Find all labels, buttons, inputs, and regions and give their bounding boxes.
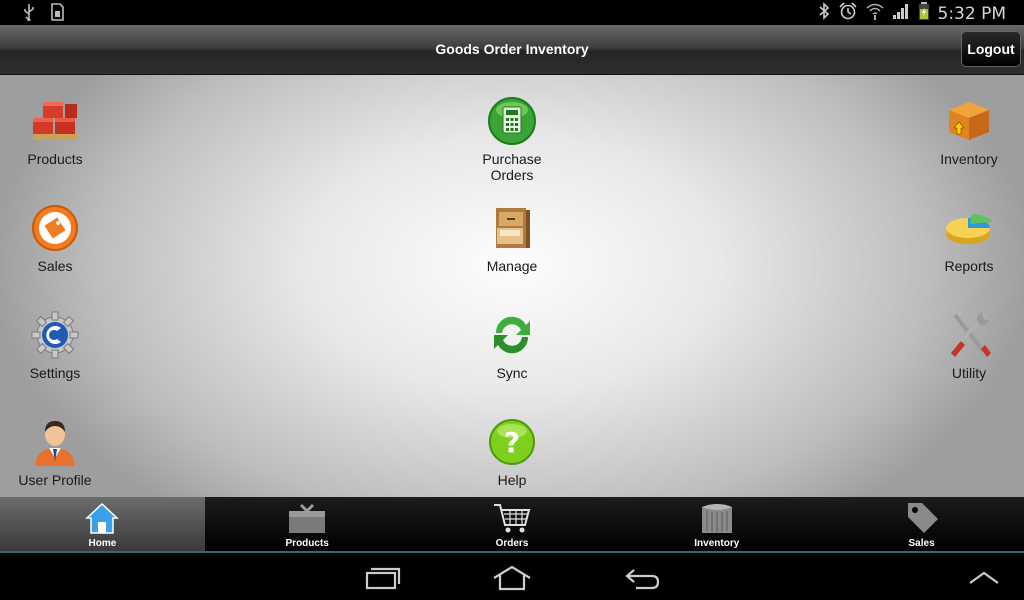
purchase-orders-line1: Purchase [482, 151, 542, 167]
shopping-cart-icon [491, 500, 533, 536]
menu-help[interactable]: ? Help [452, 416, 572, 488]
status-time: 5:32 PM [937, 3, 1007, 24]
usb-icon [22, 3, 36, 26]
tag-icon [901, 500, 943, 536]
price-tag-icon [29, 202, 81, 254]
home-nav-icon [493, 565, 531, 591]
menu-help-label: Help [497, 472, 527, 488]
back-button[interactable] [620, 563, 664, 593]
recent-apps-button[interactable] [361, 563, 405, 593]
menu-sales-label: Sales [37, 258, 73, 274]
gear-icon [29, 309, 81, 361]
status-bar: 5:32 PM [0, 0, 1024, 25]
menu-purchase-orders-label: Purchase Orders [482, 151, 541, 183]
alarm-icon [838, 2, 858, 25]
tab-home[interactable]: Home [0, 497, 205, 551]
menu-user-profile-label: User Profile [18, 472, 92, 488]
menu-purchase-orders[interactable]: Purchase Orders [452, 95, 572, 183]
menu-sync-label: Sync [496, 365, 528, 381]
menu-sync[interactable]: Sync [452, 309, 572, 381]
app-header: Goods Order Inventory Logout [0, 25, 1024, 75]
question-mark-icon: ? [486, 416, 538, 468]
tab-orders-label: Orders [495, 538, 529, 549]
sd-card-icon [50, 3, 64, 26]
home-icon [81, 500, 123, 536]
menu-inventory-label: Inventory [940, 151, 998, 167]
menu-user-profile[interactable]: User Profile [0, 416, 115, 488]
app-screen: 5:32 PM Goods Order Inventory Logout Pro… [0, 0, 1024, 600]
menu-manage[interactable]: Manage [452, 202, 572, 274]
menu-manage-label: Manage [486, 258, 538, 274]
svg-text:?: ? [504, 426, 520, 459]
user-avatar-icon [29, 416, 81, 468]
chevron-up-icon [969, 571, 999, 584]
signal-icon [892, 2, 910, 25]
menu-products[interactable]: Products [0, 95, 115, 167]
menu-products-label: Products [27, 151, 83, 167]
tab-home-label: Home [88, 538, 117, 549]
wifi-icon [866, 2, 884, 25]
calculator-icon [486, 95, 538, 147]
tab-products-label: Products [285, 538, 329, 549]
tab-products[interactable]: Products [205, 497, 410, 551]
file-cabinet-icon [486, 202, 538, 254]
box-upload-icon [943, 95, 995, 147]
tab-orders[interactable]: Orders [410, 497, 615, 551]
pie-chart-icon [943, 202, 995, 254]
tab-inventory[interactable]: Inventory [614, 497, 819, 551]
menu-utility[interactable]: Utility [909, 309, 1024, 381]
tools-icon [943, 309, 995, 361]
storage-bin-icon [696, 500, 738, 536]
logout-button[interactable]: Logout [961, 31, 1021, 67]
bluetooth-icon [818, 2, 830, 25]
tab-inventory-label: Inventory [694, 538, 740, 549]
menu-settings-label: Settings [29, 365, 81, 381]
system-nav-bar [0, 555, 1024, 600]
menu-utility-label: Utility [951, 365, 987, 381]
menu-inventory[interactable]: Inventory [909, 95, 1024, 167]
menu-reports[interactable]: Reports [909, 202, 1024, 274]
tab-sales-label: Sales [908, 538, 935, 549]
recent-apps-icon [365, 567, 401, 590]
purchase-orders-line2: Orders [490, 167, 534, 183]
tab-sales[interactable]: Sales [819, 497, 1024, 551]
menu-reports-label: Reports [944, 258, 994, 274]
gift-box-icon [286, 500, 328, 536]
home-nav-button[interactable] [490, 563, 534, 593]
back-arrow-icon [625, 569, 660, 590]
boxes-pallet-icon [29, 95, 81, 147]
main-menu-grid: Products Purchase Orders Inventory Sales… [0, 75, 1024, 497]
bottom-tab-bar: Home Products Orders Inventory Sales [0, 497, 1024, 553]
page-title: Goods Order Inventory [435, 41, 589, 57]
menu-settings[interactable]: Settings [0, 309, 115, 381]
menu-sales[interactable]: Sales [0, 202, 115, 274]
battery-icon [918, 2, 930, 25]
menu-up-button[interactable] [962, 563, 1006, 593]
sync-arrows-icon [486, 309, 538, 361]
